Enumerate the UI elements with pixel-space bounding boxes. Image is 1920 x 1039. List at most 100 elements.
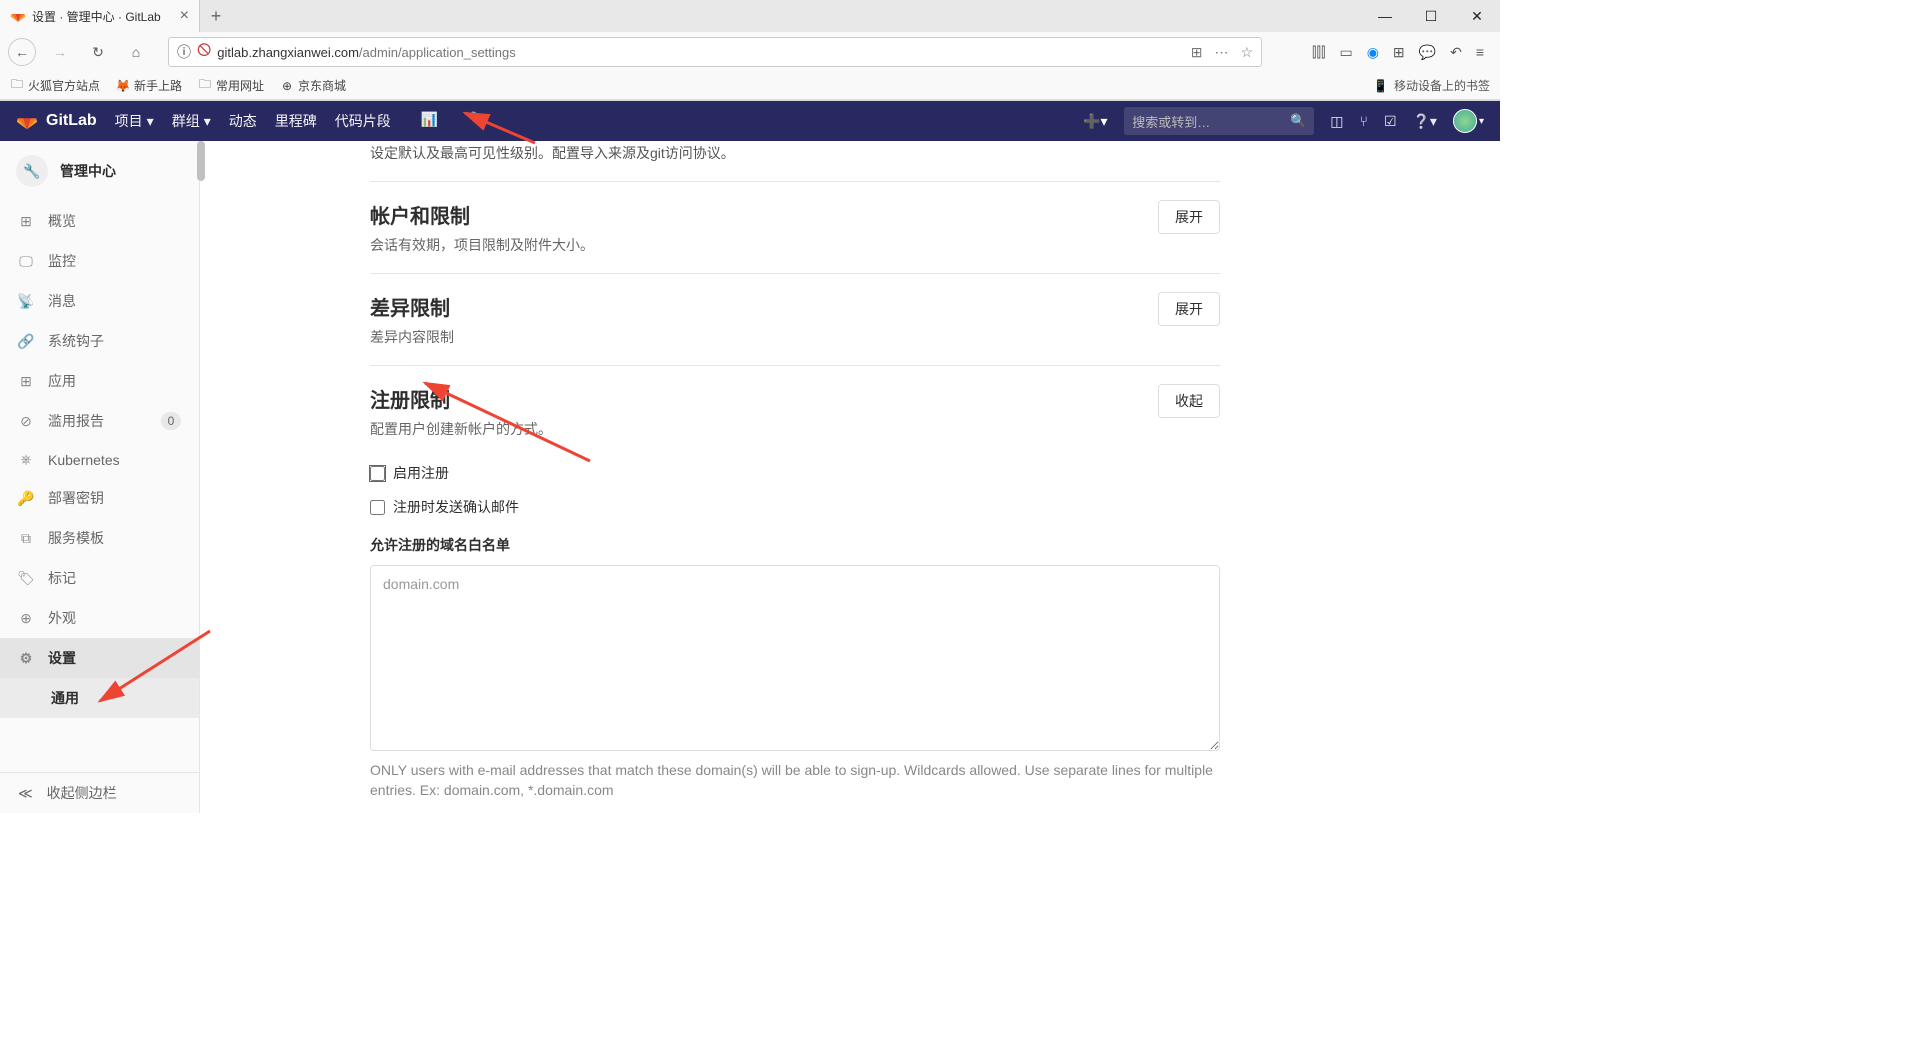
tab-title: 设置 · 管理中心 · GitLab — [32, 8, 161, 25]
minimize-button[interactable]: — — [1362, 0, 1408, 32]
reload-button[interactable]: ↻ — [84, 38, 112, 66]
back-button[interactable]: ← — [8, 38, 36, 66]
bookmark-item[interactable]: 🗀火狐官方站点 — [10, 77, 100, 94]
collapse-button[interactable]: 收起 — [1158, 384, 1220, 418]
sidebar-item-2[interactable]: 📡消息 — [0, 281, 199, 321]
maximize-button[interactable]: ☐ — [1408, 0, 1454, 32]
home-button[interactable]: ⌂ — [122, 38, 150, 66]
browser-chrome: 设置 · 管理中心 · GitLab × + — ☐ ✕ ← → ↻ ⌂ ⓘ 🛇… — [0, 0, 1500, 101]
admin-wrench-icon[interactable]: 🔧 — [469, 111, 487, 131]
expand-button[interactable]: 展开 — [1158, 200, 1220, 234]
sidebar-item-4[interactable]: ⊞应用 — [0, 361, 199, 401]
user-avatar[interactable] — [1453, 109, 1477, 133]
sidebar-icon: ⊘ — [18, 413, 34, 430]
sidebar-icon: ⊞ — [18, 373, 34, 390]
expand-button[interactable]: 展开 — [1158, 292, 1220, 326]
more-icon[interactable]: ⋯ — [1214, 44, 1228, 61]
info-icon[interactable]: ⓘ — [177, 42, 191, 62]
insecure-icon: 🛇 — [197, 40, 211, 64]
admin-sidebar: 🔧 管理中心 ⊞概览🖵监控📡消息🔗系统钩子⊞应用⊘滥用报告0⎈Kubernete… — [0, 141, 200, 813]
profile-icon[interactable]: ◉ — [1367, 44, 1379, 61]
analytics-icon[interactable]: 📊 — [421, 111, 439, 131]
new-tab-button[interactable]: + — [200, 0, 232, 32]
sidebar-icon: ⚙ — [18, 650, 34, 667]
nav-groups[interactable]: 群组▾ — [172, 111, 211, 131]
send-confirmation-input[interactable] — [370, 500, 385, 515]
forward-button[interactable]: → — [46, 38, 74, 66]
sidebar-item-11[interactable]: ⚙设置 — [0, 638, 199, 678]
sidebar-icon: 📡 — [18, 293, 34, 310]
close-window-button[interactable]: ✕ — [1454, 0, 1500, 32]
extensions-icon[interactable]: ⊞ — [1393, 44, 1405, 61]
url-bar[interactable]: ⓘ 🛇 gitlab.zhangxianwei.com/admin/applic… — [168, 37, 1262, 67]
truncated-desc: 设定默认及最高可见性级别。配置导入来源及git访问协议。 — [370, 141, 1220, 181]
sidebar-item-7[interactable]: 🔑部署密钥 — [0, 478, 199, 518]
section-account-limits: 帐户和限制 会话有效期，项目限制及附件大小。 展开 — [370, 181, 1220, 273]
help-icon[interactable]: ❔▾ — [1413, 113, 1437, 130]
sidebar-header[interactable]: 🔧 管理中心 — [0, 141, 199, 201]
sidebar-icon: ⧉ — [18, 530, 34, 547]
jd-icon: ⊕ — [280, 79, 294, 93]
todos-icon[interactable]: ☑ — [1384, 113, 1397, 130]
chevron-left-icon: ≪ — [18, 785, 33, 802]
send-confirmation-checkbox[interactable]: 注册时发送确认邮件 — [370, 497, 1220, 517]
whitelist-label: 允许注册的域名白名单 — [370, 535, 1220, 555]
search-input[interactable]: 搜索或转到… 🔍 — [1124, 107, 1314, 135]
sidebar-item-1[interactable]: 🖵监控 — [0, 241, 199, 281]
sidebar-icon: ⊞ — [18, 213, 34, 230]
chevron-down-icon: ▾ — [204, 113, 211, 130]
issues-icon[interactable]: ◫ — [1330, 113, 1343, 130]
sidebar-subitem-general[interactable]: 通用 — [0, 678, 199, 718]
bookmark-item[interactable]: ⊕京东商城 — [280, 77, 346, 94]
main-content: 设定默认及最高可见性级别。配置导入来源及git访问协议。 帐户和限制 会话有效期… — [200, 141, 1500, 813]
sidebar-item-9[interactable]: 🏷标记 — [0, 558, 199, 598]
browser-tab[interactable]: 设置 · 管理中心 · GitLab × — [0, 0, 200, 32]
sidebar-icon: ⊕ — [18, 610, 34, 627]
chat-icon[interactable]: 💬 — [1419, 44, 1436, 61]
search-icon: 🔍 — [1290, 113, 1306, 129]
section-signup-restrictions: 注册限制 配置用户创建新帐户的方式。 收起 启用注册 注册时发送确认邮件 允许注… — [370, 365, 1220, 813]
bookmark-item[interactable]: 🦊新手上路 — [116, 77, 182, 94]
sidebar-item-6[interactable]: ⎈Kubernetes — [0, 441, 199, 478]
sidebar-item-8[interactable]: ⧉服务模板 — [0, 518, 199, 558]
sidebar-icon[interactable]: ▭ — [1339, 44, 1352, 61]
enable-signup-input[interactable] — [370, 466, 385, 481]
gitlab-favicon-icon — [10, 8, 26, 24]
gitlab-logo[interactable]: GitLab — [16, 110, 97, 132]
tab-strip: 设置 · 管理中心 · GitLab × + — ☐ ✕ — [0, 0, 1500, 32]
chevron-down-icon: ▾ — [1479, 116, 1484, 127]
toolbar-icons: ⫿⫿⫿ ▭ ◉ ⊞ 💬 ↶ ≡ — [1312, 44, 1492, 61]
whitelist-textarea[interactable] — [370, 565, 1220, 751]
tab-close-icon[interactable]: × — [180, 7, 189, 25]
url-text: gitlab.zhangxianwei.com/admin/applicatio… — [217, 45, 1184, 60]
firefox-icon: 🦊 — [116, 79, 130, 93]
undo-icon[interactable]: ↶ — [1450, 44, 1462, 61]
sidebar-item-0[interactable]: ⊞概览 — [0, 201, 199, 241]
nav-activity[interactable]: 动态 — [229, 111, 257, 131]
sidebar-item-10[interactable]: ⊕外观 — [0, 598, 199, 638]
whitelist-help: ONLY users with e-mail addresses that ma… — [370, 760, 1220, 801]
mobile-bookmarks-link[interactable]: 移动设备上的书签 — [1394, 77, 1490, 94]
bookmark-item[interactable]: 🗀常用网址 — [198, 77, 264, 94]
sidebar-icon: 🔑 — [18, 490, 34, 507]
nav-bar: ← → ↻ ⌂ ⓘ 🛇 gitlab.zhangxianwei.com/admi… — [0, 32, 1500, 72]
bookmarks-bar: 🗀火狐官方站点 🦊新手上路 🗀常用网址 ⊕京东商城 📱 移动设备上的书签 — [0, 72, 1500, 100]
nav-snippets[interactable]: 代码片段 — [335, 111, 391, 131]
new-dropdown[interactable]: ➕▾ — [1082, 109, 1108, 133]
merge-requests-icon[interactable]: ⑂ — [1360, 113, 1368, 129]
collapse-sidebar[interactable]: ≪ 收起侧边栏 — [0, 772, 199, 813]
folder-icon: 🗀 — [198, 79, 212, 93]
sidebar-item-3[interactable]: 🔗系统钩子 — [0, 321, 199, 361]
folder-icon: 🗀 — [10, 79, 24, 93]
bookmark-star-icon[interactable]: ☆ — [1240, 44, 1253, 61]
menu-icon[interactable]: ≡ — [1476, 44, 1484, 61]
qr-icon[interactable]: ⊞ — [1191, 44, 1203, 61]
mobile-icon: 📱 — [1373, 79, 1388, 93]
enable-signup-checkbox[interactable]: 启用注册 — [370, 463, 1220, 483]
sidebar-item-5[interactable]: ⊘滥用报告0 — [0, 401, 199, 441]
sidebar-icon: ⎈ — [18, 451, 34, 468]
nav-projects[interactable]: 项目▾ — [115, 111, 154, 131]
library-icon[interactable]: ⫿⫿⫿ — [1312, 44, 1325, 61]
nav-milestones[interactable]: 里程碑 — [275, 111, 317, 131]
section-diff-limits: 差异限制 差异内容限制 展开 — [370, 273, 1220, 365]
